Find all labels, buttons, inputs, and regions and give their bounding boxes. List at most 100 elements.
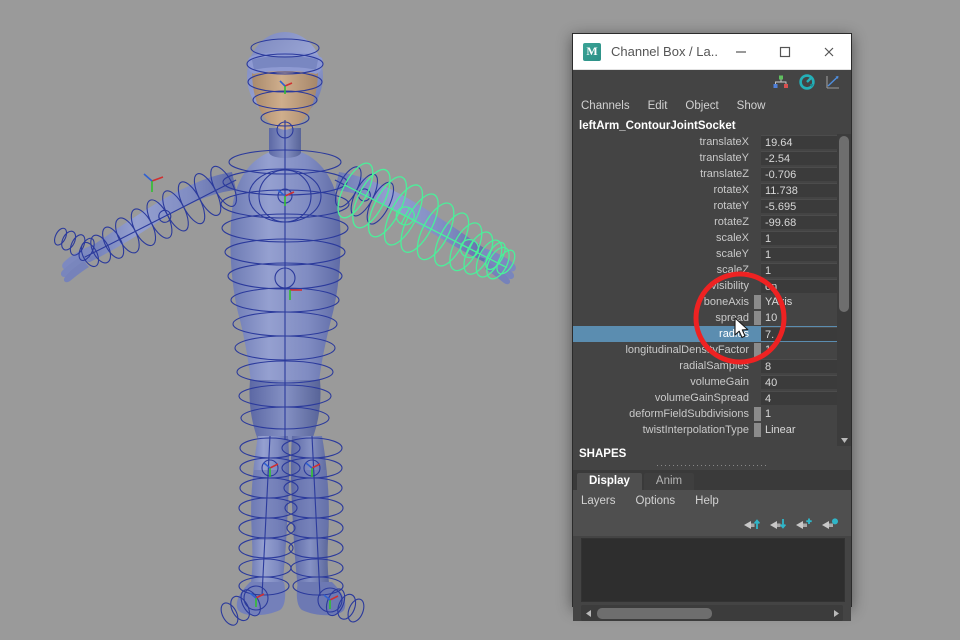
channel-row[interactable]: longitudinalDensityFactor 1 [573, 342, 837, 358]
channel-row[interactable]: volumeGain 40 [573, 374, 837, 390]
channel-name[interactable]: rotateY [573, 200, 754, 212]
move-layer-down-button[interactable] [767, 515, 789, 533]
channel-row[interactable]: radialSamples 8 [573, 358, 837, 374]
panel-resize-grip[interactable] [573, 460, 851, 470]
channel-value-field[interactable]: -0.706 [761, 167, 837, 181]
channel-row[interactable]: translateZ -0.706 [573, 166, 837, 182]
scroll-down-arrow[interactable] [837, 434, 851, 446]
channel-box-layer-editor-window[interactable]: M Channel Box / La... Channels Edit Obje… [572, 33, 852, 621]
layer-button-bar[interactable] [573, 512, 851, 536]
hscroll-right-arrow[interactable] [829, 609, 843, 618]
channel-value-field[interactable]: -2.54 [761, 151, 837, 165]
channel-name[interactable]: rotateZ [573, 216, 754, 228]
layer-list[interactable] [581, 538, 845, 602]
window-titlebar[interactable]: M Channel Box / La... [573, 34, 851, 70]
channel-value-field[interactable]: 1 [761, 231, 837, 245]
menu-object[interactable]: Object [685, 100, 718, 112]
channel-value-field[interactable]: 10 [761, 311, 837, 325]
channel-lock-indicator [754, 167, 761, 181]
new-layer-button[interactable] [793, 515, 815, 533]
channel-vertical-scrollbar[interactable] [837, 134, 851, 446]
channel-name[interactable]: twistInterpolationType [573, 424, 754, 436]
channel-row[interactable]: boneAxis YAxis [573, 294, 837, 310]
channel-name[interactable]: radius [573, 328, 754, 340]
channel-name[interactable]: rotateX [573, 184, 754, 196]
channel-row[interactable]: scaleY 1 [573, 246, 837, 262]
channel-name[interactable]: deformFieldSubdivisions [573, 408, 754, 420]
channel-row[interactable]: translateY -2.54 [573, 150, 837, 166]
channel-value-field[interactable]: -99.68 [761, 215, 837, 229]
channel-name[interactable]: translateY [573, 152, 754, 164]
channel-name[interactable]: translateZ [573, 168, 754, 180]
channel-value-field[interactable]: 19.64 [761, 135, 837, 149]
channel-row[interactable]: volumeGainSpread 4 [573, 390, 837, 406]
move-layer-up-button[interactable] [741, 515, 763, 533]
layer-scroll-thumb[interactable] [597, 607, 712, 619]
channel-value-field[interactable]: 4 [761, 391, 837, 405]
channel-row[interactable]: rotateZ -99.68 [573, 214, 837, 230]
channel-lock-indicator [754, 343, 761, 357]
channel-value-field[interactable]: 8 [761, 359, 837, 373]
layer-menubar[interactable]: Layers Options Help [573, 490, 851, 512]
menu-layers[interactable]: Layers [581, 495, 616, 507]
channel-value-field[interactable]: Linear [761, 423, 837, 437]
channel-box-menubar[interactable]: Channels Edit Object Show [573, 94, 851, 118]
layer-horizontal-scrollbar[interactable] [581, 605, 843, 621]
selected-node-name: leftArm_ContourJointSocket [573, 118, 851, 134]
channel-name[interactable]: visibility [573, 280, 754, 292]
channel-name[interactable]: scaleY [573, 248, 754, 260]
maximize-button[interactable] [763, 34, 807, 70]
channel-row[interactable]: rotateX 11.738 [573, 182, 837, 198]
menu-help[interactable]: Help [695, 495, 719, 507]
channel-name[interactable]: translateX [573, 136, 754, 148]
menu-options[interactable]: Options [636, 495, 676, 507]
channel-value-field[interactable]: on [761, 279, 837, 293]
hierarchy-icon[interactable] [771, 73, 791, 91]
channel-name[interactable]: boneAxis [573, 296, 754, 308]
channel-name[interactable]: scaleZ [573, 264, 754, 276]
menu-edit[interactable]: Edit [648, 100, 668, 112]
channel-name[interactable]: longitudinalDensityFactor [573, 344, 754, 356]
channel-row[interactable]: visibility on [573, 278, 837, 294]
close-button[interactable] [807, 34, 851, 70]
channel-value-field[interactable]: 1 [761, 343, 837, 357]
minimize-button[interactable] [719, 34, 763, 70]
menu-show[interactable]: Show [737, 100, 766, 112]
channel-name[interactable]: scaleX [573, 232, 754, 244]
refresh-circle-icon[interactable] [797, 73, 817, 91]
channel-lock-indicator [754, 247, 761, 261]
channel-value-field[interactable]: 1 [761, 407, 837, 421]
channel-row[interactable]: translateX 19.64 [573, 134, 837, 150]
channel-row[interactable]: spread 10 [573, 310, 837, 326]
hscroll-left-arrow[interactable] [581, 609, 595, 618]
channel-lock-indicator [754, 215, 761, 229]
channel-row[interactable]: deformFieldSubdivisions 1 [573, 406, 837, 422]
channel-box-toolbar[interactable] [573, 70, 851, 94]
channel-row[interactable]: rotateY -5.695 [573, 198, 837, 214]
channel-list-area[interactable]: translateX 19.64 translateY -2.54 translateZ… [573, 134, 851, 446]
channel-name[interactable]: radialSamples [573, 360, 754, 372]
channel-value-field[interactable]: 1 [761, 247, 837, 261]
channel-row[interactable]: radius 7. [573, 326, 837, 342]
channel-value-field[interactable]: 1 [761, 263, 837, 277]
layer-editor[interactable]: Display Anim Layers Options Help [573, 470, 851, 621]
tab-anim[interactable]: Anim [643, 473, 695, 490]
menu-channels[interactable]: Channels [581, 100, 630, 112]
channel-row[interactable]: scaleX 1 [573, 230, 837, 246]
channel-value-field[interactable]: 40 [761, 375, 837, 389]
graph-editor-icon[interactable] [823, 73, 843, 91]
channel-row[interactable]: scaleZ 1 [573, 262, 837, 278]
channel-name[interactable]: spread [573, 312, 754, 324]
channel-scroll-thumb[interactable] [839, 136, 849, 312]
new-layer-from-selected-button[interactable] [819, 515, 841, 533]
channel-value-field[interactable]: 11.738 [761, 183, 837, 197]
channel-list[interactable]: translateX 19.64 translateY -2.54 translateZ… [573, 134, 837, 438]
tab-display[interactable]: Display [577, 473, 642, 490]
channel-value-field[interactable]: -5.695 [761, 199, 837, 213]
layer-editor-tabs[interactable]: Display Anim [573, 470, 851, 490]
channel-value-field[interactable]: 7. [761, 327, 837, 341]
channel-value-field[interactable]: YAxis [761, 295, 837, 309]
channel-row[interactable]: twistInterpolationType Linear [573, 422, 837, 438]
channel-name[interactable]: volumeGain [573, 376, 754, 388]
channel-name[interactable]: volumeGainSpread [573, 392, 754, 404]
